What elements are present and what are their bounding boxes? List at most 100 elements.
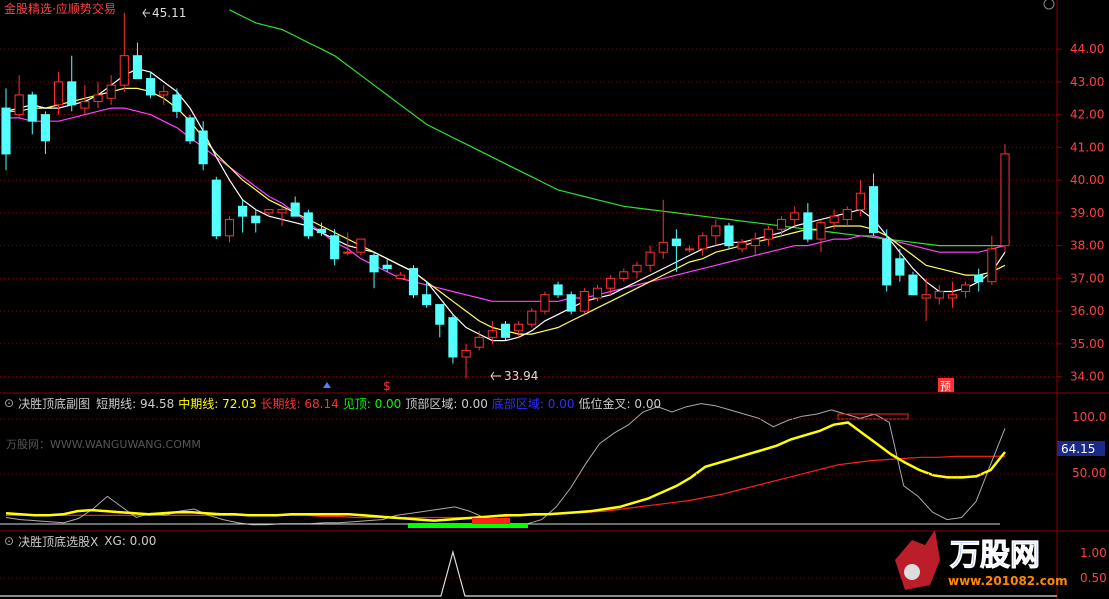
- moving-averages: [5, 9, 1006, 342]
- brand-logo: [895, 530, 940, 590]
- candle-body: [474, 336, 484, 348]
- indicator-value-number: 0.00: [457, 396, 488, 411]
- candle-body: [251, 215, 261, 224]
- candle-body: [829, 215, 839, 224]
- ma20-line: [6, 107, 1006, 302]
- price-tick-label: 42.00: [1070, 108, 1104, 122]
- candle-body: [238, 205, 248, 217]
- price-tick-label: 39.00: [1070, 206, 1104, 220]
- indicator2-name[interactable]: 决胜顶底选股X: [18, 533, 98, 550]
- candle-body: [487, 330, 497, 338]
- price-tick-label: 44.00: [1070, 42, 1104, 56]
- candle-body: [67, 81, 77, 106]
- candle-body: [947, 294, 957, 299]
- indicator2-toggle-icon[interactable]: ⊙: [4, 534, 14, 548]
- indicator-value-label: 低位金叉:: [578, 396, 631, 411]
- indicator-value-label: 见顶:: [342, 396, 371, 411]
- candle-body: [172, 94, 182, 112]
- ma5-line: [5, 68, 1006, 342]
- indicator-value-label: 中期线:: [178, 396, 219, 411]
- candle-body: [330, 235, 340, 260]
- candle-body: [356, 238, 366, 253]
- candle-body: [1, 107, 11, 155]
- high-annotation: 45.11: [142, 6, 186, 20]
- candle-body: [606, 277, 616, 289]
- candle-body: [882, 238, 892, 286]
- price-tick-label: 40.00: [1070, 173, 1104, 187]
- indicator2-values: XG: 0.00: [104, 534, 160, 548]
- ma60-line: [229, 9, 1005, 247]
- candle-body: [803, 212, 813, 240]
- indicator-value: XG: 0.00: [104, 534, 156, 548]
- candle-body: [382, 264, 392, 270]
- low-annotation: 33.94: [490, 369, 538, 383]
- indicator-value-number: 72.03: [218, 396, 257, 411]
- price-tick-label: 37.00: [1070, 271, 1104, 285]
- candle-body: [763, 228, 773, 240]
- candle-body: [422, 294, 432, 306]
- indicator-value: 底部区域: 0.00: [492, 397, 575, 411]
- candle-body: [408, 268, 419, 296]
- candle-body: [527, 310, 537, 325]
- candle-body: [316, 228, 327, 234]
- low-price-label: 33.94: [504, 369, 538, 383]
- candle-body: [159, 91, 169, 96]
- price-tick-label: 36.00: [1070, 304, 1104, 318]
- brand-name: 万股网: [950, 538, 1040, 573]
- indicator-value-number: 0.00: [630, 396, 662, 411]
- short-line: [5, 403, 1006, 526]
- candle-body: [119, 55, 129, 86]
- candle-body: [369, 254, 379, 273]
- candle-body: [290, 202, 300, 217]
- candlesticks[interactable]: [1, 12, 1010, 379]
- candle-body: [303, 212, 313, 237]
- candle-body: [711, 225, 721, 237]
- candle-body: [435, 304, 445, 325]
- candle-body: [106, 84, 116, 99]
- candle-body: [842, 209, 852, 220]
- candle-body: [500, 323, 511, 338]
- candle-body: [974, 274, 984, 283]
- candle-body: [684, 248, 695, 251]
- brand-mascot-icon: [895, 530, 940, 590]
- candle-body: [540, 294, 550, 312]
- candle-body: [987, 248, 997, 283]
- candle-body: [224, 218, 235, 237]
- long-line: [6, 455, 1006, 519]
- indicator-value: 长期线: 68.14: [261, 397, 339, 411]
- candle-body: [448, 317, 458, 358]
- brand-mascot-head: [904, 564, 920, 580]
- candle-body: [619, 271, 629, 279]
- indicator1-values: 短期线: 94.58 中期线: 72.03 长期线: 68.14 见顶: 0.00 顶部…: [96, 395, 665, 412]
- candle-body: [80, 101, 90, 109]
- price-tick-label: 41.00: [1070, 140, 1104, 154]
- indicator1-toggle-icon[interactable]: ⊙: [4, 396, 14, 410]
- chart-canvas: 44.00 43.00 42.00 41.00 40.00 39.00 38.00 37.00…: [0, 0, 1109, 599]
- price-axis: 44.00 43.00 42.00 41.00 40.00 39.00 38.00 37.00…: [1057, 42, 1104, 384]
- ind2-axis-05: 0.50: [1080, 571, 1107, 585]
- indicator-value: 短期线: 94.58: [96, 397, 174, 411]
- indicator-value: 中期线: 72.03: [178, 397, 256, 411]
- indicator-value-number: 0.00: [543, 396, 575, 411]
- candle-body: [579, 290, 589, 312]
- indicator-value: 见顶: 0.00: [343, 397, 402, 411]
- settings-icon[interactable]: [1043, 0, 1055, 10]
- brand-url: www.201082.com: [948, 574, 1068, 588]
- indicator1-name[interactable]: 决胜顶底副图: [18, 395, 90, 412]
- candle-body: [921, 294, 931, 299]
- indicator-value: 低位金叉: 0.00: [579, 397, 662, 411]
- indicator-value-number: 68.14: [300, 396, 339, 411]
- indicator-value-label: 长期线:: [260, 396, 301, 411]
- candle-body: [698, 235, 708, 250]
- candle-body: [264, 209, 274, 214]
- indicator-value-number: 0.00: [125, 534, 157, 548]
- main-title: 金股精选·应顺势交易: [4, 1, 116, 16]
- candle-body: [514, 323, 524, 332]
- indicator1-plot: [0, 403, 1057, 528]
- candle-body: [724, 225, 734, 247]
- candle-body: [658, 241, 668, 253]
- candle-body: [592, 287, 603, 299]
- ind1-axis-100: 100.0: [1072, 410, 1106, 424]
- price-tick-label: 34.00: [1070, 370, 1104, 384]
- candle-body: [566, 294, 576, 312]
